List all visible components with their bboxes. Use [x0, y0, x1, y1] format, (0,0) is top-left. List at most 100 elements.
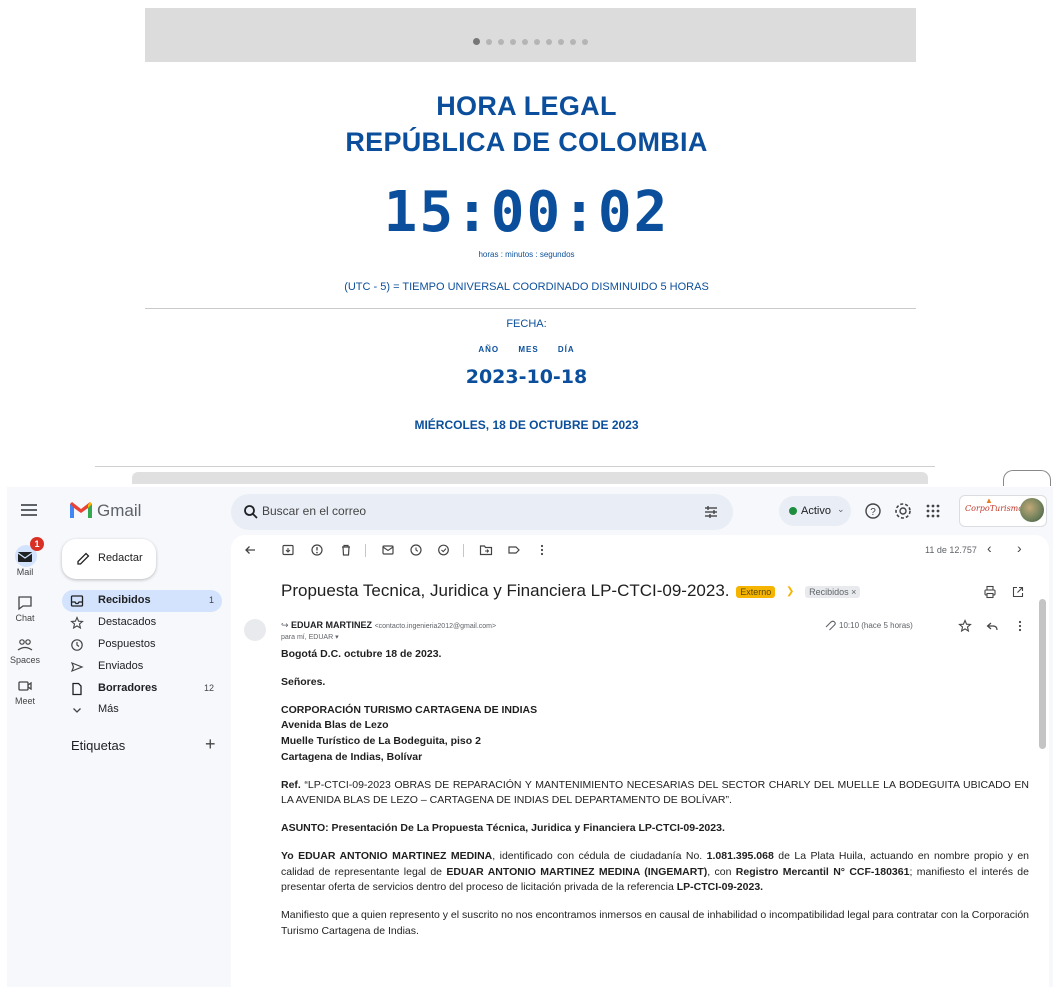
gmail-wordmark: Gmail [97, 501, 142, 520]
compose-button[interactable]: Redactar [62, 539, 156, 579]
avatar[interactable] [1020, 498, 1044, 522]
nav-item-starred[interactable]: Destacados [62, 612, 222, 634]
more-vert-icon[interactable] [535, 543, 549, 557]
recipient-text: para mí, EDUAR [281, 634, 334, 641]
body-address-line: Avenida Blas de Lezo [281, 719, 389, 732]
nav-item-label: Más [98, 703, 119, 715]
gmail-window: Gmail Buscar en el correo Activo ⌄ ? ▲ C… [7, 487, 1053, 987]
chevron-right-icon[interactable]: › [1017, 540, 1022, 556]
chevron-left-icon[interactable]: ‹ [987, 540, 992, 556]
horizontal-scrollbar[interactable] [132, 472, 928, 484]
send-icon [70, 661, 84, 673]
apps-grid-icon[interactable] [923, 501, 943, 521]
carousel-dot[interactable] [582, 39, 588, 45]
page-title-line1: HORA LEGAL [436, 91, 617, 121]
carousel-dot[interactable] [546, 39, 552, 45]
account-switcher[interactable]: ▲ CorpoTurismo [959, 495, 1047, 527]
add-task-icon[interactable] [437, 543, 451, 557]
nav-item-inbox[interactable]: Recibidos 1 [62, 590, 222, 612]
status-selector[interactable]: Activo ⌄ [779, 496, 851, 526]
importance-marker-icon[interactable]: ❯ [786, 586, 794, 597]
fecha-columns: AÑO MES DÍA [0, 345, 1053, 354]
nav-item-snoozed[interactable]: Pospuestos [62, 634, 222, 656]
pencil-icon [77, 552, 90, 565]
mark-unread-icon[interactable] [381, 543, 395, 557]
search-bar[interactable]: Buscar en el correo [231, 494, 733, 530]
body-text: , con [707, 865, 736, 878]
draft-icon [72, 682, 82, 696]
snooze-clock-icon[interactable] [409, 543, 423, 557]
spaces-icon [17, 639, 33, 651]
toolbar-divider [365, 544, 366, 557]
nav-item-drafts[interactable]: Borradores 12 [62, 678, 222, 700]
fecha-col-day: DÍA [557, 345, 575, 354]
help-icon[interactable]: ? [863, 501, 883, 521]
nav-item-more[interactable]: Más [62, 699, 222, 721]
search-icon[interactable] [243, 504, 259, 520]
message-body: Bogotá D.C. octubre 18 de 2023. Señores.… [281, 647, 1029, 952]
search-input[interactable]: Buscar en el correo [262, 504, 366, 518]
fecha-col-month: MES [518, 345, 539, 354]
clock-time: 15:00:02 [383, 180, 670, 245]
carousel-dot[interactable] [522, 39, 528, 45]
clock-icon [71, 639, 83, 651]
sender-avatar[interactable] [244, 619, 266, 641]
carousel-dots [145, 38, 916, 46]
more-vert-icon[interactable] [1013, 619, 1027, 633]
carousel-dot[interactable] [473, 38, 480, 45]
nav-item-sent[interactable]: Enviados [62, 656, 222, 678]
carousel-dot[interactable] [558, 39, 564, 45]
print-icon[interactable] [983, 585, 997, 599]
inbox-icon [70, 595, 84, 607]
filter-options-icon[interactable] [703, 504, 719, 520]
forwarded-icon: ↪ [281, 620, 292, 630]
clock-units-label: horas : minutos : segundos [478, 250, 575, 259]
message-time: 10:10 (hace 5 horas) [839, 621, 913, 630]
message-subject: Propuesta Tecnica, Juridica y Financiera… [281, 581, 861, 601]
back-arrow-icon[interactable] [243, 543, 257, 557]
body-bold-text: 1.081.395.068 [706, 849, 774, 862]
archive-icon[interactable] [281, 543, 295, 557]
carousel-dot[interactable] [498, 39, 504, 45]
rail-chat[interactable]: Chat [7, 595, 43, 623]
report-spam-icon[interactable] [310, 543, 324, 557]
rail-meet[interactable]: Meet [7, 678, 43, 706]
main-menu-icon[interactable] [21, 504, 37, 516]
chat-icon [18, 596, 32, 611]
inbox-label-chip[interactable]: Recibidos × [805, 585, 861, 598]
recipient-line[interactable]: para mí, EDUAR ▾ [281, 633, 339, 641]
rail-mail[interactable]: Mail [7, 549, 43, 577]
nav-item-label: Enviados [98, 660, 144, 672]
utc-note: (UTC - 5) = TIEMPO UNIVERSAL COORDINADO … [344, 281, 709, 293]
sender-email: <contacto.ingenieria2012@gmail.com> [374, 623, 497, 630]
ref-text: “LP-CTCI-09-2023 OBRAS DE REPARACIÓN Y M… [281, 778, 1029, 807]
carousel-dot[interactable] [486, 39, 492, 45]
ref-label: Ref. [281, 778, 301, 791]
status-dot-icon [789, 507, 797, 515]
labels-heading: Etiquetas [71, 738, 126, 753]
settings-gear-icon[interactable] [893, 501, 913, 521]
gmail-logo-icon[interactable] [69, 500, 93, 520]
external-tag: Externo [736, 585, 776, 598]
reply-icon[interactable] [985, 619, 999, 633]
carousel-dot[interactable] [510, 39, 516, 45]
body-reference: Ref. “LP-CTCI-09-2023 OBRAS DE REPARACIÓ… [281, 778, 1029, 810]
carousel-dot[interactable] [570, 39, 576, 45]
label-icon[interactable] [507, 543, 521, 557]
star-icon[interactable] [958, 619, 972, 633]
trash-icon[interactable] [339, 543, 353, 557]
rail-mail-label: Mail [16, 567, 34, 577]
message-pane: 11 de 12.757 ‹ › Propuesta Tecnica, Juri… [231, 535, 1049, 987]
rail-spaces[interactable]: Spaces [7, 637, 43, 665]
weekday-date: MIÉRCOLES, 18 DE OCTUBRE DE 2023 [414, 418, 639, 432]
open-new-window-icon[interactable] [1011, 585, 1025, 599]
body-address-line: Cartagena de Indias, Bolívar [281, 750, 423, 763]
add-label-icon[interactable]: + [205, 734, 216, 755]
fecha-label: FECHA: [506, 318, 547, 330]
vertical-scrollbar[interactable] [1039, 599, 1046, 749]
nav-item-label: Borradores [98, 682, 158, 694]
move-to-icon[interactable] [479, 543, 493, 557]
carousel-dot[interactable] [534, 39, 540, 45]
nav-item-count: 12 [203, 683, 214, 693]
sender-name[interactable]: EDUAR MARTINEZ [291, 620, 372, 630]
